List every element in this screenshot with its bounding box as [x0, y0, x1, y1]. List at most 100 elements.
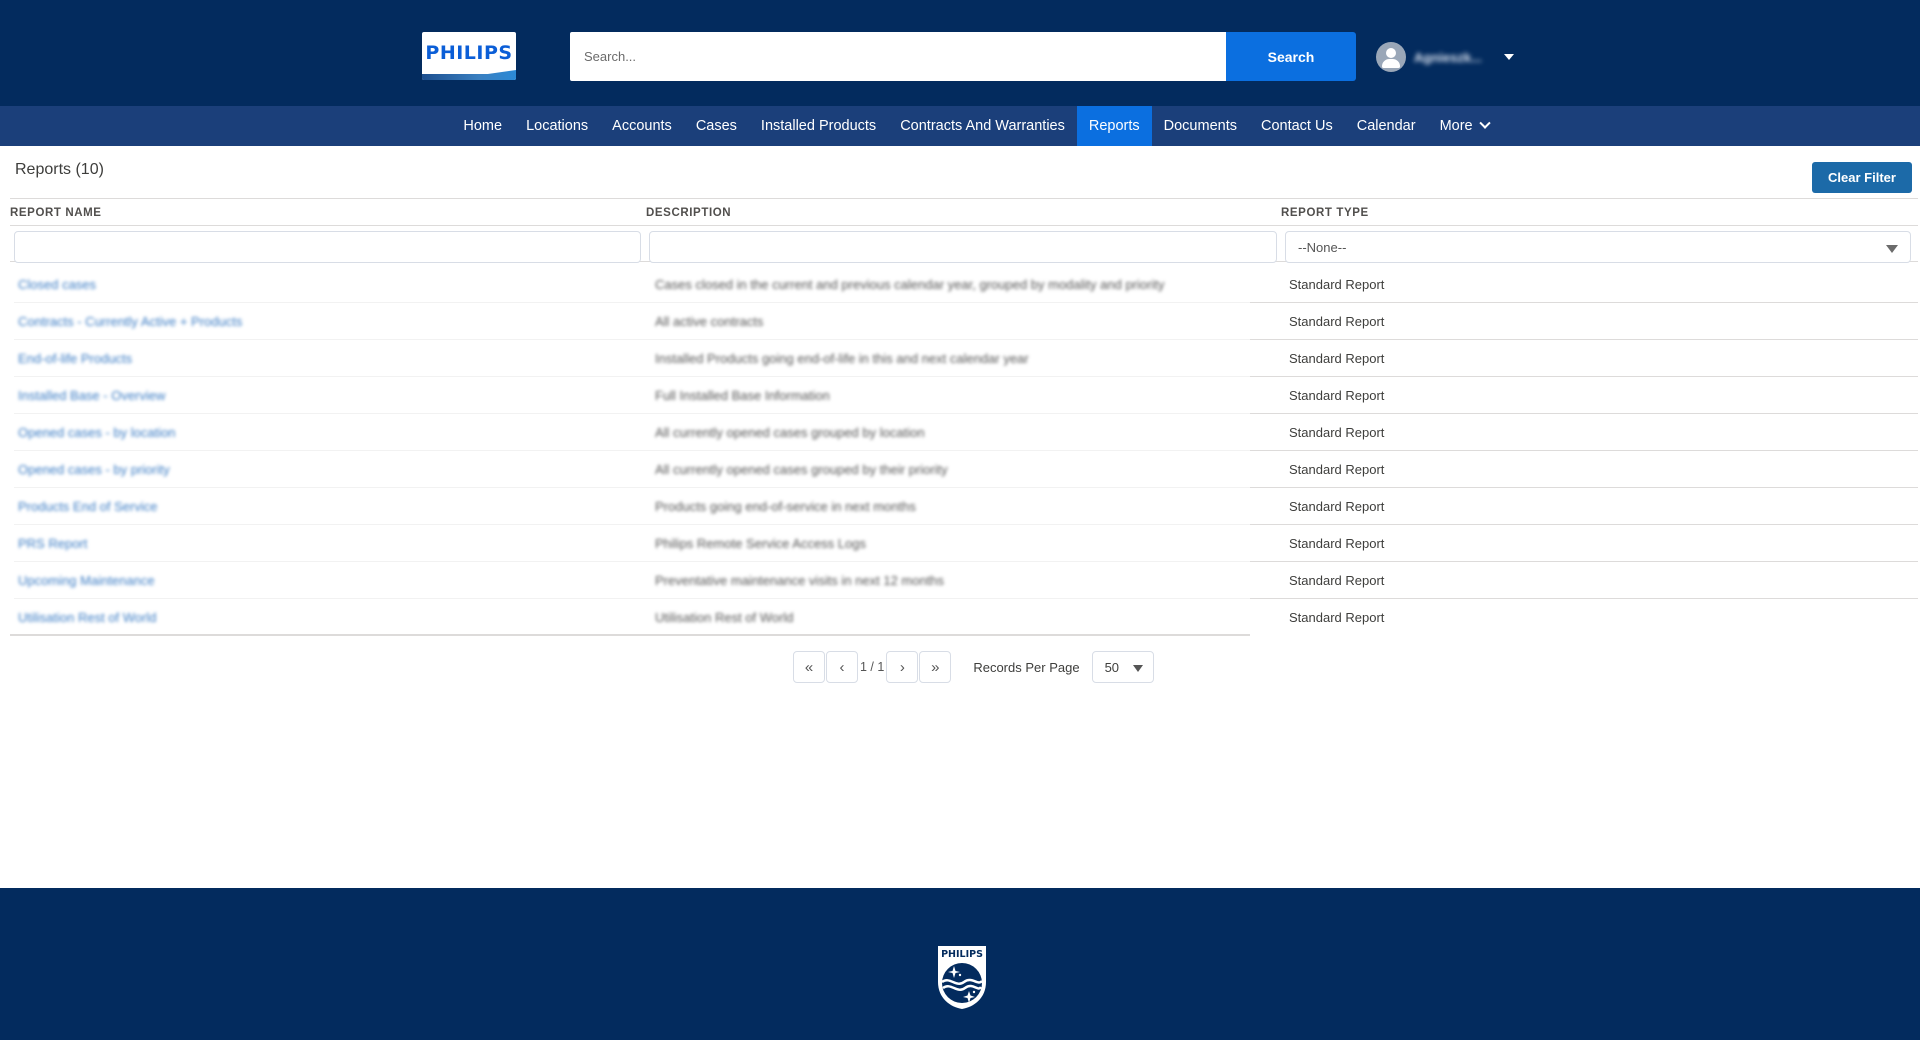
nav-item-contact-us[interactable]: Contact Us: [1249, 106, 1345, 146]
search-button[interactable]: Search: [1226, 32, 1356, 81]
next-page-button[interactable]: ›: [886, 651, 919, 683]
nav-item-documents[interactable]: Documents: [1152, 106, 1249, 146]
last-page-button[interactable]: »: [919, 651, 952, 683]
nav-item-installed-products[interactable]: Installed Products: [749, 106, 888, 146]
report-name-link[interactable]: Opened cases - by location: [18, 425, 176, 440]
nav-item-more[interactable]: More: [1428, 106, 1501, 146]
report-description: Utilisation Rest of World: [655, 610, 794, 625]
records-per-page-label: Records Per Page: [973, 659, 1080, 675]
nav-label: Documents: [1163, 118, 1237, 134]
report-name-link[interactable]: Utilisation Rest of World: [18, 610, 156, 625]
report-type: Standard Report: [1289, 536, 1385, 551]
caret-down-icon: [1132, 665, 1143, 672]
chevron-left-icon: ‹: [839, 658, 845, 676]
nav-label: Cases: [695, 118, 737, 134]
report-name-link[interactable]: Products End of Service: [18, 499, 157, 514]
report-type: Standard Report: [1289, 499, 1385, 514]
avatar-icon: [1376, 42, 1406, 72]
report-name-link[interactable]: Contracts - Currently Active + Products: [18, 314, 242, 329]
report-type: Standard Report: [1289, 610, 1385, 625]
nav-label: Calendar: [1356, 118, 1416, 134]
search-input[interactable]: [570, 32, 1226, 81]
double-chevron-right-icon: »: [931, 658, 940, 676]
report-name-link[interactable]: PRS Report: [18, 536, 87, 551]
top-header: PHILIPS Search Agnieszk...: [0, 0, 1920, 106]
table-row: Contracts - Currently Active + Products …: [10, 303, 1918, 340]
table-row: Products End of Service Products going e…: [10, 488, 1918, 525]
report-description: Philips Remote Service Access Logs: [655, 536, 866, 551]
report-name-link[interactable]: Installed Base - Overview: [18, 388, 165, 403]
nav-item-locations[interactable]: Locations: [514, 106, 600, 146]
caret-down-icon: [1886, 245, 1898, 253]
nav-label: Contact Us: [1260, 118, 1333, 134]
shield-logo-text: PHILIPS: [941, 949, 983, 960]
report-name-link[interactable]: Opened cases - by priority: [18, 462, 170, 477]
table-header: REPORT NAME DESCRIPTION REPORT TYPE: [10, 198, 1918, 226]
nav-item-home[interactable]: Home: [451, 106, 514, 146]
report-name-link[interactable]: Upcoming Maintenance: [18, 573, 155, 588]
nav-label: Home: [463, 118, 503, 134]
nav-item-contracts-and-warranties[interactable]: Contracts And Warranties: [888, 106, 1077, 146]
nav-item-calendar[interactable]: Calendar: [1345, 106, 1428, 146]
global-search: Search: [570, 32, 1356, 81]
filter-row: --None--: [10, 226, 1918, 263]
table-body: Closed cases Cases closed in the current…: [10, 266, 1918, 636]
table-row: Installed Base - Overview Full Installed…: [10, 377, 1918, 414]
report-description: Products going end-of-service in next mo…: [655, 499, 916, 514]
previous-page-button[interactable]: ‹: [826, 651, 858, 683]
double-chevron-left-icon: «: [804, 658, 814, 676]
table-row: Opened cases - by location All currently…: [10, 414, 1918, 451]
report-type: Standard Report: [1289, 314, 1385, 329]
report-name-filter-input[interactable]: [14, 231, 641, 263]
report-type: Standard Report: [1289, 462, 1385, 477]
nav-label: Locations: [526, 118, 589, 134]
nav-label: Reports: [1088, 118, 1140, 134]
user-name: Agnieszk...: [1414, 49, 1482, 65]
nav-item-accounts[interactable]: Accounts: [600, 106, 684, 146]
report-name-link[interactable]: Closed cases: [18, 277, 96, 292]
report-description: All currently opened cases grouped by th…: [655, 462, 948, 477]
records-per-page-select[interactable]: 50: [1091, 651, 1154, 683]
column-header-description[interactable]: DESCRIPTION: [646, 207, 731, 219]
table-row: Closed cases Cases closed in the current…: [10, 266, 1918, 303]
report-type: Standard Report: [1289, 351, 1385, 366]
report-type: Standard Report: [1289, 573, 1385, 588]
first-page-button[interactable]: «: [793, 651, 825, 683]
records-per-page-value: 50: [1104, 660, 1120, 675]
report-name-link[interactable]: End-of-life Products: [18, 351, 132, 366]
caret-down-icon: [1504, 54, 1514, 60]
report-description: Full Installed Base Information: [655, 388, 830, 403]
page-title: Reports (10): [15, 161, 104, 178]
clear-filter-button[interactable]: Clear Filter: [1812, 162, 1912, 193]
nav-label: Contracts And Warranties: [900, 118, 1065, 134]
philips-logo[interactable]: PHILIPS: [422, 32, 516, 80]
chevron-down-icon: [1478, 117, 1491, 129]
logo-text: PHILIPS: [425, 42, 513, 64]
table-row: PRS Report Philips Remote Service Access…: [10, 525, 1918, 562]
pagination: « ‹ 1 / 1 › » Records Per Page 50: [793, 651, 1154, 683]
column-header-report-type[interactable]: REPORT TYPE: [1281, 207, 1369, 219]
report-description: All active contracts: [655, 314, 764, 329]
table-row: End-of-life Products Installed Products …: [10, 340, 1918, 377]
nav-label: Installed Products: [760, 118, 877, 134]
description-filter-input[interactable]: [649, 231, 1277, 263]
report-type-selected-value: --None--: [1298, 240, 1347, 255]
column-header-report-name[interactable]: REPORT NAME: [10, 207, 102, 219]
nav-item-reports[interactable]: Reports: [1076, 106, 1152, 146]
nav-item-cases[interactable]: Cases: [684, 106, 749, 146]
report-type: Standard Report: [1289, 277, 1385, 292]
user-menu[interactable]: Agnieszk...: [1376, 42, 1514, 72]
reports-table: REPORT NAME DESCRIPTION REPORT TYPE --No…: [10, 198, 1918, 636]
page-info: 1 / 1: [860, 660, 885, 674]
report-description: Preventative maintenance visits in next …: [655, 573, 945, 588]
report-type: Standard Report: [1289, 425, 1385, 440]
chevron-right-icon: ›: [899, 658, 905, 676]
report-type-filter-select[interactable]: --None--: [1285, 231, 1911, 263]
table-row: Utilisation Rest of World Utilisation Re…: [10, 599, 1918, 636]
philips-shield-logo[interactable]: PHILIPS: [936, 944, 988, 1010]
report-description: Cases closed in the current and previous…: [655, 277, 1165, 292]
report-description: All currently opened cases grouped by lo…: [655, 425, 925, 440]
table-row: Upcoming Maintenance Preventative mainte…: [10, 562, 1918, 599]
nav-label: Accounts: [612, 118, 672, 134]
report-description: Installed Products going end-of-life in …: [655, 351, 1029, 366]
